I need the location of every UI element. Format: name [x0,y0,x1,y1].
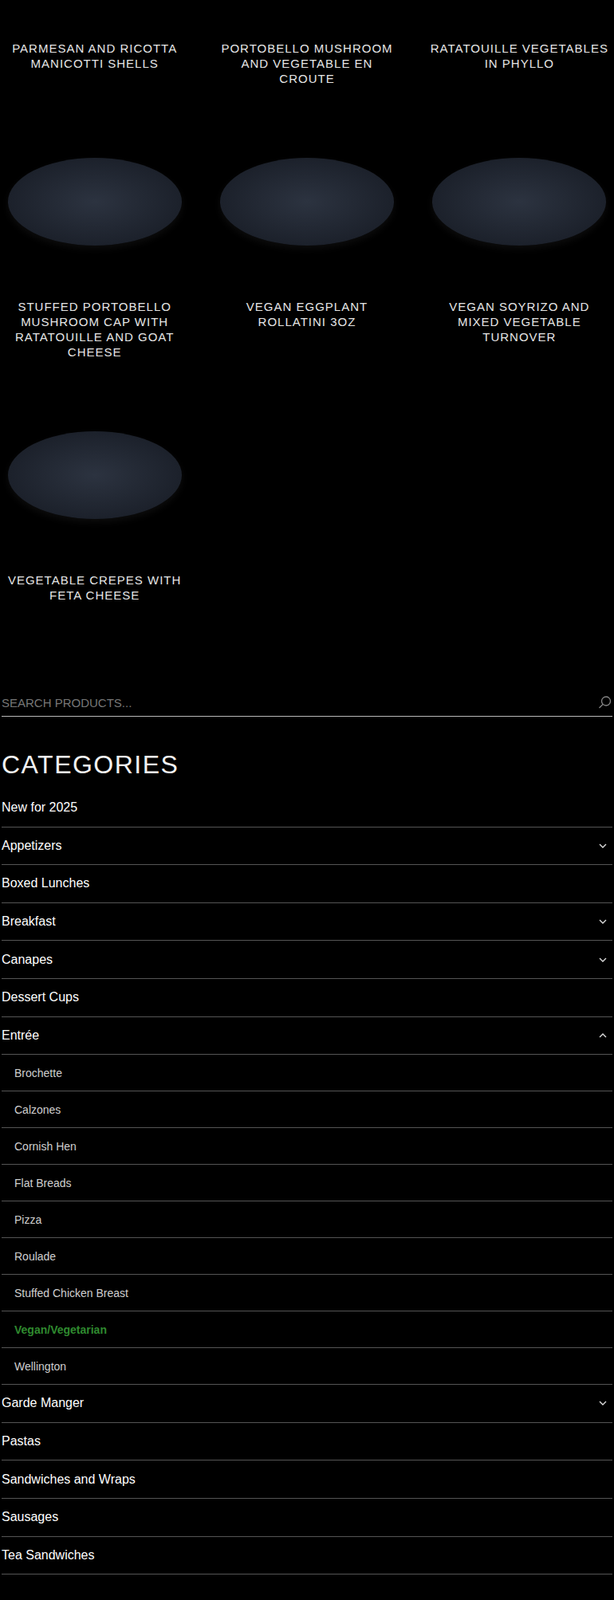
category-item[interactable]: Boxed Lunches [1,865,613,904]
subcategory-item[interactable]: Calzones [1,1091,613,1129]
product-photo[interactable] [0,129,189,274]
subcategory-item[interactable]: Cornish Hen [1,1128,613,1166]
category-item[interactable]: Sandwiches and Wraps [1,1460,613,1500]
product-card[interactable]: PARMESAN AND RICOTTA MANICOTTI SHELLS [0,0,189,87]
product-title[interactable]: VEGETABLE CREPES WITH FETA CHEESE [0,547,189,603]
category-item[interactable]: Dessert Cups [1,979,613,1018]
product-title[interactable]: VEGAN SOYRIZO AND MIXED VEGETABLE TURNOV… [425,273,614,345]
category-item[interactable]: Canapes [1,940,613,980]
product-card[interactable]: VEGETABLE CREPES WITH FETA CHEESE [0,403,189,603]
chevron-up-icon[interactable] [598,1031,608,1041]
plate [7,157,182,246]
product-card[interactable]: RATATOUILLE VEGETABLES IN PHYLLO [425,0,614,87]
chevron-down-icon[interactable] [598,955,608,965]
categories-heading: CATEGORIES [1,750,613,780]
page: PARMESAN AND RICOTTA MANICOTTI SHELLS POR… [0,0,614,1600]
product-card[interactable]: PORTOBELLO MUSHROOM AND VEGETABLE EN CRO… [212,0,402,87]
plate [220,157,394,246]
product-photo[interactable] [425,0,614,16]
category-list: New for 2025AppetizersBoxed LunchesBreak… [1,789,613,1575]
subcategory-item[interactable]: Brochette [1,1054,613,1092]
chevron-down-icon[interactable] [598,841,608,851]
subcategory-item[interactable]: Wellington [1,1348,613,1386]
subcategory-item[interactable]: Pizza [1,1201,613,1239]
product-card[interactable]: VEGAN EGGPLANT ROLLATINI 3OZ [212,129,402,360]
category-item[interactable]: Entrée [1,1017,613,1056]
product-title[interactable]: PARMESAN AND RICOTTA MANICOTTI SHELLS [0,15,189,71]
sidebar: CATEGORIES New for 2025AppetizersBoxed Lu… [0,690,614,1575]
chevron-down-icon[interactable] [598,1398,608,1409]
product-card[interactable]: STUFFED PORTOBELLO MUSHROOM CAP WITH RAT… [0,129,189,360]
product-photo[interactable] [425,129,614,274]
subcategory-item[interactable]: Vegan/Vegetarian [1,1311,613,1349]
category-item[interactable]: Pastas [1,1423,613,1462]
product-card[interactable]: VEGAN SOYRIZO AND MIXED VEGETABLE TURNOV… [425,129,614,360]
product-grid: PARMESAN AND RICOTTA MANICOTTI SHELLS POR… [0,0,614,603]
chevron-down-icon[interactable] [598,917,608,927]
search-bar [1,690,613,717]
subcategory-item[interactable]: Flat Breads [1,1165,613,1202]
subcategory-item[interactable]: Roulade [1,1238,613,1276]
category-item[interactable]: New for 2025 [1,789,613,828]
product-photo[interactable] [0,0,189,16]
product-photo[interactable] [0,403,189,548]
product-title[interactable]: PORTOBELLO MUSHROOM AND VEGETABLE EN CRO… [212,15,402,87]
search-input[interactable] [1,696,592,710]
search-icon[interactable] [598,695,613,710]
subcategory-item[interactable]: Stuffed Chicken Breast [1,1275,613,1312]
plate [432,157,607,246]
product-photo[interactable] [212,129,402,274]
plate [7,431,182,520]
product-photo[interactable] [212,0,402,16]
product-title[interactable]: RATATOUILLE VEGETABLES IN PHYLLO [425,15,614,71]
product-title[interactable]: VEGAN EGGPLANT ROLLATINI 3OZ [212,273,402,330]
category-item[interactable]: Appetizers [1,827,613,866]
product-title[interactable]: STUFFED PORTOBELLO MUSHROOM CAP WITH RAT… [0,273,189,360]
category-item[interactable]: Garde Manger [1,1385,613,1424]
category-item[interactable]: Sausages [1,1499,613,1538]
category-item[interactable]: Breakfast [1,903,613,942]
category-item[interactable]: Tea Sandwiches [1,1537,613,1576]
